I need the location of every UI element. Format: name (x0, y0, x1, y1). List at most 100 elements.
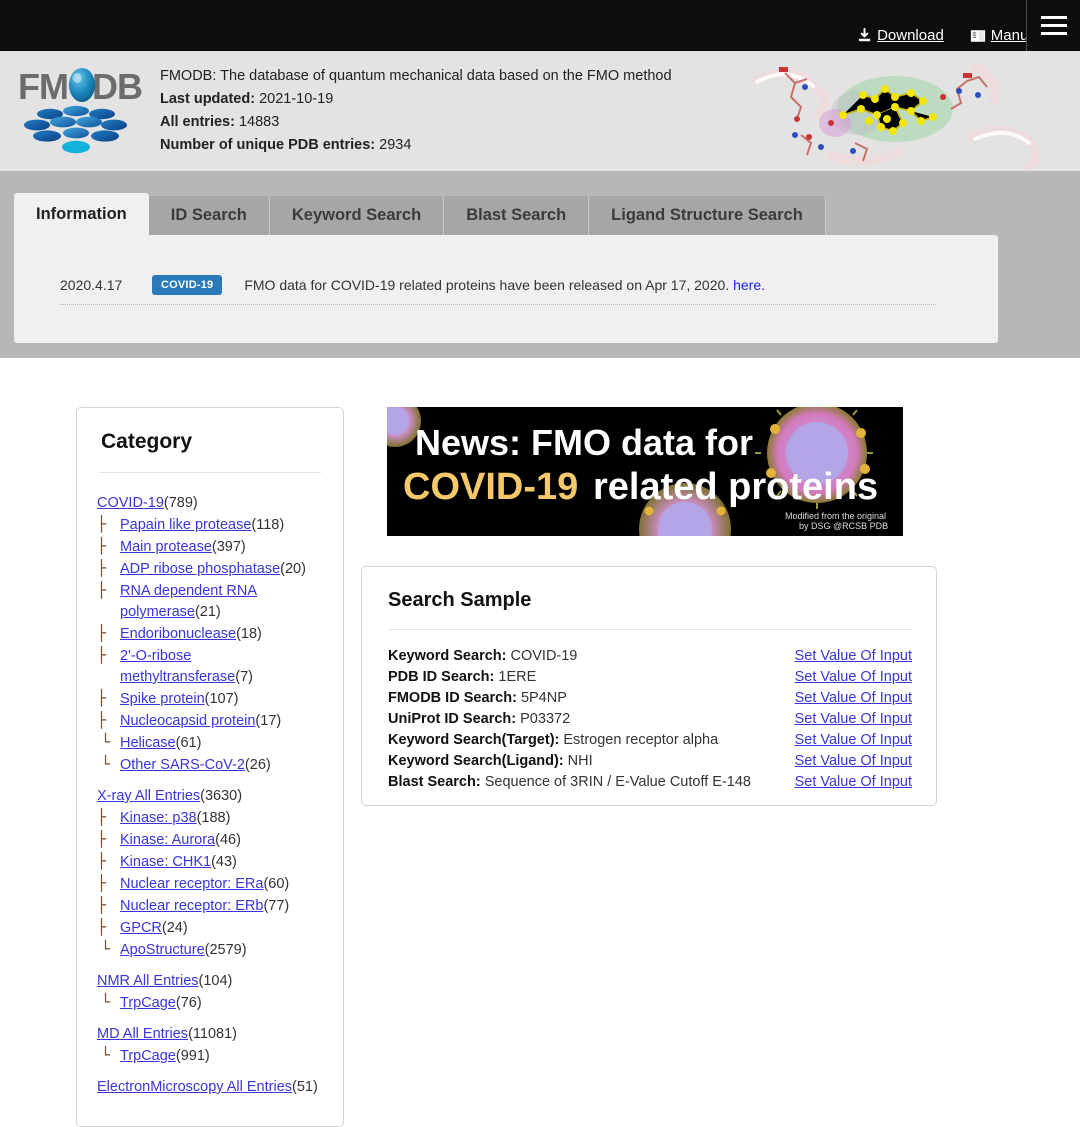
tree-branch-icon: └ (101, 993, 111, 1011)
category-link[interactable]: ApoStructure (120, 942, 205, 958)
category-count: (60) (263, 876, 290, 892)
category-link[interactable]: MD All Entries (97, 1026, 188, 1042)
category-count: (2579) (204, 942, 247, 958)
tree-branch-icon: ├ (97, 711, 107, 729)
category-link[interactable]: TrpCage (120, 1048, 176, 1064)
category-link[interactable]: ADP ribose phosphatase (120, 561, 280, 577)
hamburger-bar (1040, 24, 1067, 27)
search-sample-row-text: UniProt ID Search: P03372 (388, 709, 570, 730)
search-sample-row-text: FMODB ID Search: 5P4NP (388, 688, 567, 709)
category-link[interactable]: Nuclear receptor: ERb (120, 898, 263, 914)
tab-id-search[interactable]: ID Search (148, 196, 270, 235)
tab-section: Information ID Search Keyword Search Bla… (0, 171, 1080, 358)
category-count: (11081) (188, 1026, 237, 1042)
category-link[interactable]: TrpCage (120, 995, 176, 1011)
download-link[interactable]: Download (857, 27, 944, 44)
category-link[interactable]: Helicase (120, 735, 176, 751)
category-child-item: └ ApoStructure(2579) (97, 939, 323, 961)
search-sample-label: PDB ID Search: (388, 669, 495, 685)
set-value-of-input-link[interactable]: Set Value Of Input (795, 751, 912, 772)
svg-text:DB: DB (92, 66, 142, 107)
protein-structure-image (735, 51, 1080, 171)
category-root-item: COVID-19(789) (97, 493, 323, 514)
category-link[interactable]: NMR All Entries (97, 973, 199, 989)
category-child-item: ├ Nuclear receptor: ERa(60) (97, 873, 323, 895)
category-link[interactable]: Other SARS-CoV-2 (120, 757, 245, 773)
category-link[interactable]: 2'-O-ribose methyltransferase (120, 648, 235, 685)
search-sample-row: UniProt ID Search: P03372 Set Value Of In… (388, 709, 912, 730)
svg-text:FM: FM (18, 66, 68, 107)
search-sample-value: P03372 (516, 711, 571, 727)
tree-branch-icon: ├ (97, 624, 107, 642)
book-icon (970, 29, 986, 43)
news-item: 2020.4.17 COVID-19 FMO data for COVID-19… (60, 275, 936, 305)
tab-blast-search[interactable]: Blast Search (444, 196, 590, 235)
category-link[interactable]: COVID-19 (97, 495, 164, 511)
tree-branch-icon: ├ (97, 646, 107, 664)
category-root-item: X-ray All Entries(3630) (97, 786, 323, 807)
set-value-of-input-link[interactable]: Set Value Of Input (795, 730, 912, 751)
tab-keyword-search[interactable]: Keyword Search (269, 196, 445, 235)
category-child-item: ├ ADP ribose phosphatase(20) (97, 558, 323, 580)
header-info: FMODB: The database of quantum mechanica… (160, 65, 672, 157)
tree-branch-icon: ├ (97, 581, 107, 599)
category-child-item: ├ Main protease(397) (97, 536, 323, 558)
category-count: (18) (236, 626, 262, 642)
tree-branch-icon: ├ (97, 808, 107, 826)
search-sample-value: 5P4NP (516, 690, 567, 706)
category-link[interactable]: Main protease (120, 539, 212, 555)
all-entries-value: 14883 (238, 114, 280, 130)
tab-ligand-structure-search[interactable]: Ligand Structure Search (589, 196, 826, 235)
top-bar: Download Manual (0, 0, 1080, 51)
header-tagline: FMODB: The database of quantum mechanica… (160, 68, 672, 84)
news-banner-image[interactable]: News: FMO data for COVID-19 related prot… (387, 407, 903, 536)
category-child-item: ├ Kinase: p38(188) (97, 807, 323, 829)
category-link[interactable]: GPCR (120, 920, 162, 936)
search-sample-row: Keyword Search(Target): Estrogen recepto… (388, 730, 912, 751)
set-value-of-input-link[interactable]: Set Value Of Input (795, 709, 912, 730)
set-value-of-input-link[interactable]: Set Value Of Input (795, 667, 912, 688)
category-child-item: ├ RNA dependent RNA polymerase(21) (97, 580, 323, 623)
tab-bar: Information ID Search Keyword Search Bla… (14, 193, 826, 235)
tree-branch-icon: └ (101, 755, 111, 773)
category-link[interactable]: Spike protein (120, 691, 205, 707)
category-child-item: ├ Kinase: Aurora(46) (97, 829, 323, 851)
hamburger-bar (1040, 32, 1067, 35)
category-link[interactable]: Kinase: CHK1 (120, 854, 211, 870)
search-sample-rows: Keyword Search: COVID-19 Set Value Of Inp… (388, 646, 912, 793)
category-count: (107) (204, 691, 239, 707)
search-sample-row-text: Keyword Search(Target): Estrogen recepto… (388, 730, 718, 751)
set-value-of-input-link[interactable]: Set Value Of Input (795, 646, 912, 667)
category-link[interactable]: Papain like protease (120, 517, 251, 533)
news-message: FMO data for COVID-19 related proteins h… (244, 277, 730, 293)
hamburger-menu-icon[interactable] (1026, 0, 1080, 51)
information-panel: 2020.4.17 COVID-19 FMO data for COVID-19… (14, 235, 998, 343)
category-child-item: └ TrpCage(991) (97, 1045, 323, 1067)
category-child-item: ├ Nucleocapsid protein(17) (97, 710, 323, 732)
category-count: (7) (235, 669, 253, 685)
category-link[interactable]: Kinase: Aurora (120, 832, 215, 848)
tree-branch-icon: └ (101, 940, 111, 958)
fmodb-logo[interactable]: FM DB (14, 57, 148, 161)
category-link[interactable]: RNA dependent RNA polymerase (120, 583, 257, 620)
category-count: (26) (244, 757, 271, 773)
category-link[interactable]: X-ray All Entries (97, 788, 200, 804)
news-badge-covid19[interactable]: COVID-19 (152, 275, 223, 295)
category-divider (99, 472, 321, 473)
category-link[interactable]: ElectronMicroscopy All Entries (97, 1079, 292, 1095)
category-count: (46) (215, 832, 241, 848)
category-count: (76) (175, 995, 202, 1011)
category-child-item: ├ Spike protein(107) (97, 688, 323, 710)
category-link[interactable]: Endoribonuclease (120, 626, 236, 642)
search-sample-value: 1ERE (494, 669, 537, 685)
set-value-of-input-link[interactable]: Set Value Of Input (795, 688, 912, 709)
category-link[interactable]: Nucleocapsid protein (120, 713, 255, 729)
set-value-of-input-link[interactable]: Set Value Of Input (795, 772, 912, 793)
tab-information[interactable]: Information (14, 193, 149, 235)
news-here-link[interactable]: here. (733, 277, 765, 293)
search-sample-value: Estrogen receptor alpha (559, 732, 719, 748)
category-link[interactable]: Nuclear receptor: ERa (120, 876, 263, 892)
tree-branch-icon: ├ (97, 896, 107, 914)
category-link[interactable]: Kinase: p38 (120, 810, 197, 826)
category-count: (118) (251, 517, 285, 533)
